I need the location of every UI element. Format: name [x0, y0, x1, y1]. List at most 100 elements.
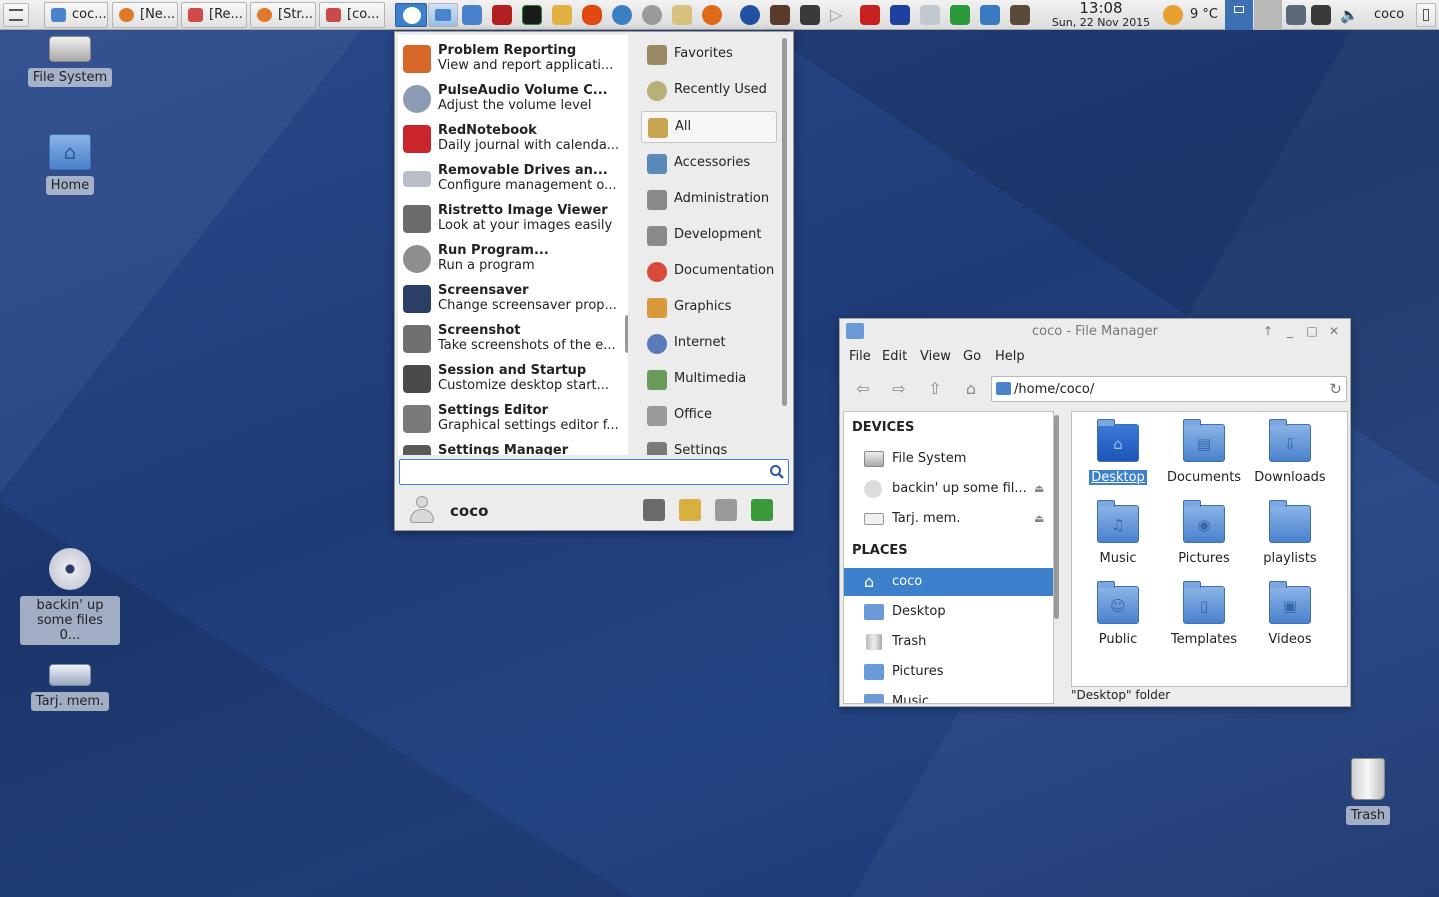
device-filesystem[interactable]: File System: [844, 445, 1053, 473]
folder-launcher-icon[interactable]: [462, 5, 482, 25]
place-trash[interactable]: Trash: [844, 628, 1053, 656]
weather-temp[interactable]: 9 °C: [1190, 7, 1218, 22]
category-multimedia[interactable]: Multimedia: [641, 364, 777, 396]
desktop-icon-home[interactable]: ⌂ Home: [20, 134, 120, 195]
category-internet[interactable]: Internet: [641, 328, 777, 360]
reload-icon[interactable]: ↻: [1329, 380, 1342, 398]
panel-user[interactable]: coco: [1374, 7, 1404, 22]
app-list-scrollbar[interactable]: [625, 315, 628, 353]
minimize-icon[interactable]: _: [1282, 323, 1298, 339]
up-button[interactable]: ⇧: [922, 377, 948, 401]
network-icon[interactable]: [1286, 5, 1306, 25]
desktop-icon-memory-card[interactable]: Tarj. mem.: [20, 664, 120, 711]
app-rednotebook[interactable]: RedNotebook Daily journal with calenda...: [398, 119, 619, 159]
app-pulseaudio[interactable]: PulseAudio Volume C... Adjust the volume …: [398, 79, 618, 119]
volume-icon[interactable]: 🔈: [1340, 5, 1360, 25]
home-button[interactable]: ⌂: [958, 377, 984, 401]
folder-pictures[interactable]: ◉ Pictures: [1161, 493, 1247, 566]
system-monitor-icon[interactable]: [522, 5, 542, 25]
maximize-icon[interactable]: □: [1304, 323, 1320, 339]
firefox-launcher-icon[interactable]: [702, 5, 722, 25]
log-out-icon[interactable]: [751, 499, 773, 521]
category-documentation[interactable]: Documentation: [641, 256, 777, 288]
scanner-icon[interactable]: [920, 5, 940, 25]
place-music[interactable]: Music: [844, 688, 1053, 703]
place-pictures[interactable]: Pictures: [844, 658, 1053, 686]
place-home[interactable]: ⌂ coco: [844, 568, 1053, 596]
category-office[interactable]: Office: [641, 400, 777, 432]
category-development[interactable]: Development: [641, 220, 777, 252]
folder-documents[interactable]: ▤ Documents: [1161, 412, 1247, 485]
reader-icon[interactable]: [860, 5, 880, 25]
desktop-icon-backup-disc[interactable]: backin' up some files 0...: [20, 548, 120, 645]
menu-file[interactable]: File: [849, 349, 871, 364]
shade-icon[interactable]: ↑: [1260, 323, 1276, 339]
category-recently-used[interactable]: Recently Used: [641, 75, 777, 107]
media-icon[interactable]: [770, 5, 790, 25]
document-icon[interactable]: [980, 5, 1000, 25]
back-button[interactable]: ⇦: [850, 377, 876, 401]
folder-templates[interactable]: ▯ Templates: [1161, 574, 1247, 647]
task-window[interactable]: [co...: [319, 2, 385, 28]
cleaner-icon[interactable]: [552, 5, 572, 25]
menu-edit[interactable]: Edit: [882, 349, 907, 364]
task-firefox-2[interactable]: [Str...: [250, 2, 316, 28]
category-graphics[interactable]: Graphics: [641, 292, 777, 324]
all-settings-icon[interactable]: [643, 499, 665, 521]
folder-public[interactable]: ☺ Public: [1075, 574, 1161, 647]
settings-icon[interactable]: [642, 5, 662, 25]
search-field[interactable]: [399, 459, 789, 485]
location-bar[interactable]: /home/coco/ ↻: [991, 376, 1347, 402]
pdf-editor-icon[interactable]: [890, 5, 910, 25]
menu-view[interactable]: View: [920, 349, 951, 364]
app-session-startup[interactable]: Session and Startup Customize desktop sta…: [398, 359, 618, 399]
spreadsheet-icon[interactable]: [950, 5, 970, 25]
user-photo-icon[interactable]: [1010, 5, 1030, 25]
task-filemanager[interactable]: coc...: [44, 2, 108, 28]
app-settings-manager[interactable]: Settings Manager: [398, 439, 618, 455]
app-screensaver[interactable]: Screensaver Change screensaver prop...: [398, 279, 618, 319]
folder-downloads[interactable]: ⇩ Downloads: [1247, 412, 1333, 485]
device-memory-card[interactable]: Tarj. mem. ⏏: [844, 505, 1053, 533]
app-problem-reporting[interactable]: Problem Reporting View and report applica…: [398, 39, 618, 79]
folder-videos[interactable]: ▣ Videos: [1247, 574, 1333, 647]
close-icon[interactable]: ✕: [1326, 323, 1342, 339]
side-pane-scrollbar[interactable]: [1054, 415, 1059, 619]
folder-desktop[interactable]: ⌂ Desktop: [1075, 412, 1161, 485]
whisker-menu-button[interactable]: [395, 3, 427, 27]
category-accessories[interactable]: Accessories: [641, 148, 777, 180]
category-scrollbar[interactable]: [782, 38, 787, 406]
lock-screen-icon[interactable]: [679, 499, 701, 521]
category-settings[interactable]: Settings: [641, 436, 777, 455]
clock[interactable]: 13:08 Sun, 22 Nov 2015: [1048, 0, 1154, 29]
menu-help[interactable]: Help: [995, 349, 1025, 364]
app-ristretto[interactable]: Ristretto Image Viewer Look at your image…: [398, 199, 618, 239]
battery-icon[interactable]: [1311, 5, 1331, 25]
forward-button[interactable]: ⇨: [886, 377, 912, 401]
device-backup-disc[interactable]: backin' up some fil... ⏏: [844, 475, 1053, 503]
task-firefox-1[interactable]: [Ne...: [112, 2, 178, 28]
switch-user-icon[interactable]: [715, 499, 737, 521]
desktop-icon-filesystem[interactable]: File System: [20, 36, 120, 87]
desktop-icon-trash[interactable]: Trash: [1318, 758, 1418, 825]
clipboard-icon[interactable]: [672, 5, 692, 25]
workspace-2[interactable]: [1254, 0, 1282, 30]
app-removable-drives[interactable]: Removable Drives an... Configure manageme…: [398, 159, 618, 199]
weather-icon[interactable]: [1163, 5, 1183, 25]
sync-icon[interactable]: [612, 5, 632, 25]
menu-go[interactable]: Go: [963, 349, 981, 364]
place-desktop[interactable]: Desktop: [844, 598, 1053, 626]
app-settings-editor[interactable]: Settings Editor Graphical settings editor…: [398, 399, 619, 439]
power-button[interactable]: [1416, 3, 1436, 27]
location-text[interactable]: /home/coco/: [1014, 382, 1094, 397]
category-all[interactable]: All: [641, 111, 777, 143]
workspace-1[interactable]: [1225, 0, 1253, 30]
eject-icon[interactable]: ⏏: [1034, 475, 1044, 503]
folder-playlists[interactable]: playlists: [1247, 493, 1333, 566]
workspace-launcher[interactable]: [428, 3, 458, 27]
alarm-icon[interactable]: [582, 5, 602, 25]
app-screenshot[interactable]: Screenshot Take screenshots of the e...: [398, 319, 618, 359]
eject-icon[interactable]: ⏏: [1034, 505, 1044, 533]
browser-icon[interactable]: [740, 5, 760, 25]
desktop-menu-button[interactable]: [3, 3, 29, 27]
